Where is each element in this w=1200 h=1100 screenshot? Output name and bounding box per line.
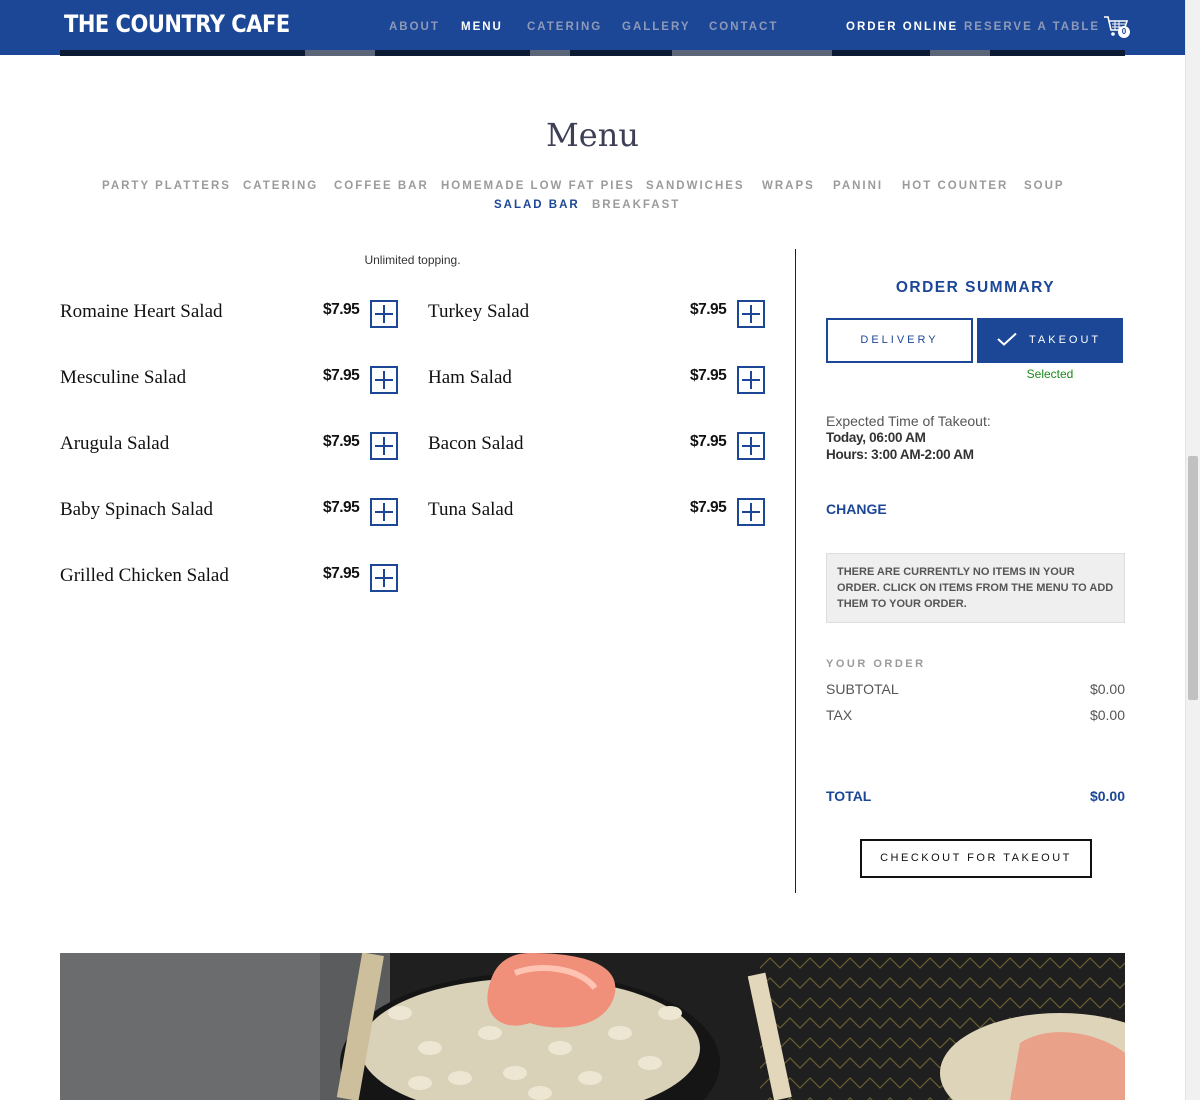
- category-note: Unlimited topping.: [364, 253, 461, 267]
- tax-value: $0.00: [1089, 707, 1125, 723]
- category-panini[interactable]: PANINI: [833, 180, 883, 192]
- nav-gallery[interactable]: GALLERY: [622, 21, 691, 33]
- subtotal-label: SUBTOTAL: [826, 681, 899, 697]
- category-hot-counter[interactable]: HOT COUNTER: [902, 180, 1008, 192]
- menu-item-price: $7.95: [690, 367, 727, 384]
- subtotal-value: $0.00: [1089, 681, 1125, 697]
- category-catering[interactable]: CATERING: [243, 180, 318, 192]
- menu-item-price: $7.95: [690, 433, 727, 450]
- menu-item-price: $7.95: [690, 301, 727, 318]
- checkout-button[interactable]: CHECKOUT FOR TAKEOUT: [860, 839, 1092, 878]
- add-item-button[interactable]: [370, 432, 398, 460]
- scrollbar-thumb[interactable]: [1188, 456, 1198, 700]
- menu-item-name: Tuna Salad: [428, 499, 514, 520]
- menu-item-name: Grilled Chicken Salad: [60, 565, 229, 586]
- total-label: TOTAL: [826, 788, 872, 804]
- menu-item-price: $7.95: [323, 433, 360, 450]
- nav-contact[interactable]: CONTACT: [709, 21, 778, 33]
- category-coffee-bar[interactable]: COFFEE BAR: [334, 180, 429, 192]
- your-order-heading: YOUR ORDER: [826, 658, 926, 670]
- category-homemade-pies[interactable]: HOMEMADE LOW FAT PIES: [441, 180, 635, 192]
- menu-title: Menu: [546, 116, 639, 154]
- nav-order-online[interactable]: ORDER ONLINE: [846, 21, 958, 33]
- nav-reserve-table[interactable]: RESERVE A TABLE: [964, 21, 1100, 33]
- nav-catering[interactable]: CATERING: [527, 21, 602, 33]
- page-scrollbar[interactable]: [1185, 0, 1200, 1100]
- add-item-button[interactable]: [370, 498, 398, 526]
- menu-item-name: Baby Spinach Salad: [60, 499, 214, 520]
- delivery-button[interactable]: DELIVERY: [826, 318, 973, 363]
- add-item-button[interactable]: [737, 300, 765, 328]
- add-item-button[interactable]: [370, 300, 398, 328]
- menu-item-price: $7.95: [323, 499, 360, 516]
- menu-item-price: $7.95: [323, 565, 360, 582]
- expected-time-value: Today, 06:00 AM: [826, 430, 926, 445]
- category-wraps[interactable]: WRAPS: [762, 180, 815, 192]
- order-summary-title: ORDER SUMMARY: [895, 279, 1056, 296]
- add-item-button[interactable]: [737, 432, 765, 460]
- add-item-button[interactable]: [737, 366, 765, 394]
- store-hours: Hours: 3:00 AM-2:00 AM: [826, 447, 974, 462]
- site-logo[interactable]: THE COUNTRY CAFE: [64, 10, 290, 38]
- category-sandwiches[interactable]: SANDWICHES: [646, 180, 745, 192]
- menu-item-price: $7.95: [323, 301, 360, 318]
- category-soup[interactable]: SOUP: [1024, 180, 1065, 192]
- empty-order-message: THERE ARE CURRENTLY NO ITEMS IN YOUR ORD…: [826, 553, 1125, 623]
- menu-item-name: Romaine Heart Salad: [60, 301, 223, 322]
- food-photo-image: [60, 953, 1125, 1100]
- add-item-button[interactable]: [370, 564, 398, 592]
- menu-item-name: Bacon Salad: [428, 433, 524, 454]
- nav-about[interactable]: ABOUT: [389, 21, 440, 33]
- add-item-button[interactable]: [370, 366, 398, 394]
- category-party-platters[interactable]: PARTY PLATTERS: [102, 180, 231, 192]
- category-breakfast[interactable]: BREAKFAST: [592, 199, 680, 211]
- menu-item-name: Turkey Salad: [428, 301, 530, 322]
- menu-item-name: Arugula Salad: [60, 433, 170, 454]
- cart-count-badge: 0: [1118, 26, 1130, 38]
- tax-label: TAX: [826, 707, 853, 723]
- change-time-link[interactable]: CHANGE: [826, 501, 887, 517]
- menu-item-name: Mesculine Salad: [60, 367, 187, 388]
- menu-item-price: $7.95: [690, 499, 727, 516]
- hero-image-edge: [60, 50, 1125, 56]
- category-salad-bar[interactable]: SALAD BAR: [494, 199, 580, 211]
- menu-item-price: $7.95: [323, 367, 360, 384]
- column-divider: [795, 249, 796, 893]
- nav-menu[interactable]: MENU: [461, 21, 503, 33]
- food-photo: [60, 953, 1125, 1100]
- menu-item-name: Ham Salad: [428, 367, 512, 388]
- expected-time-label: Expected Time of Takeout:: [826, 413, 991, 429]
- total-value: $0.00: [1089, 788, 1125, 804]
- add-item-button[interactable]: [737, 498, 765, 526]
- checkmark-icon: [997, 332, 1017, 346]
- selected-indicator: Selected: [1026, 367, 1074, 381]
